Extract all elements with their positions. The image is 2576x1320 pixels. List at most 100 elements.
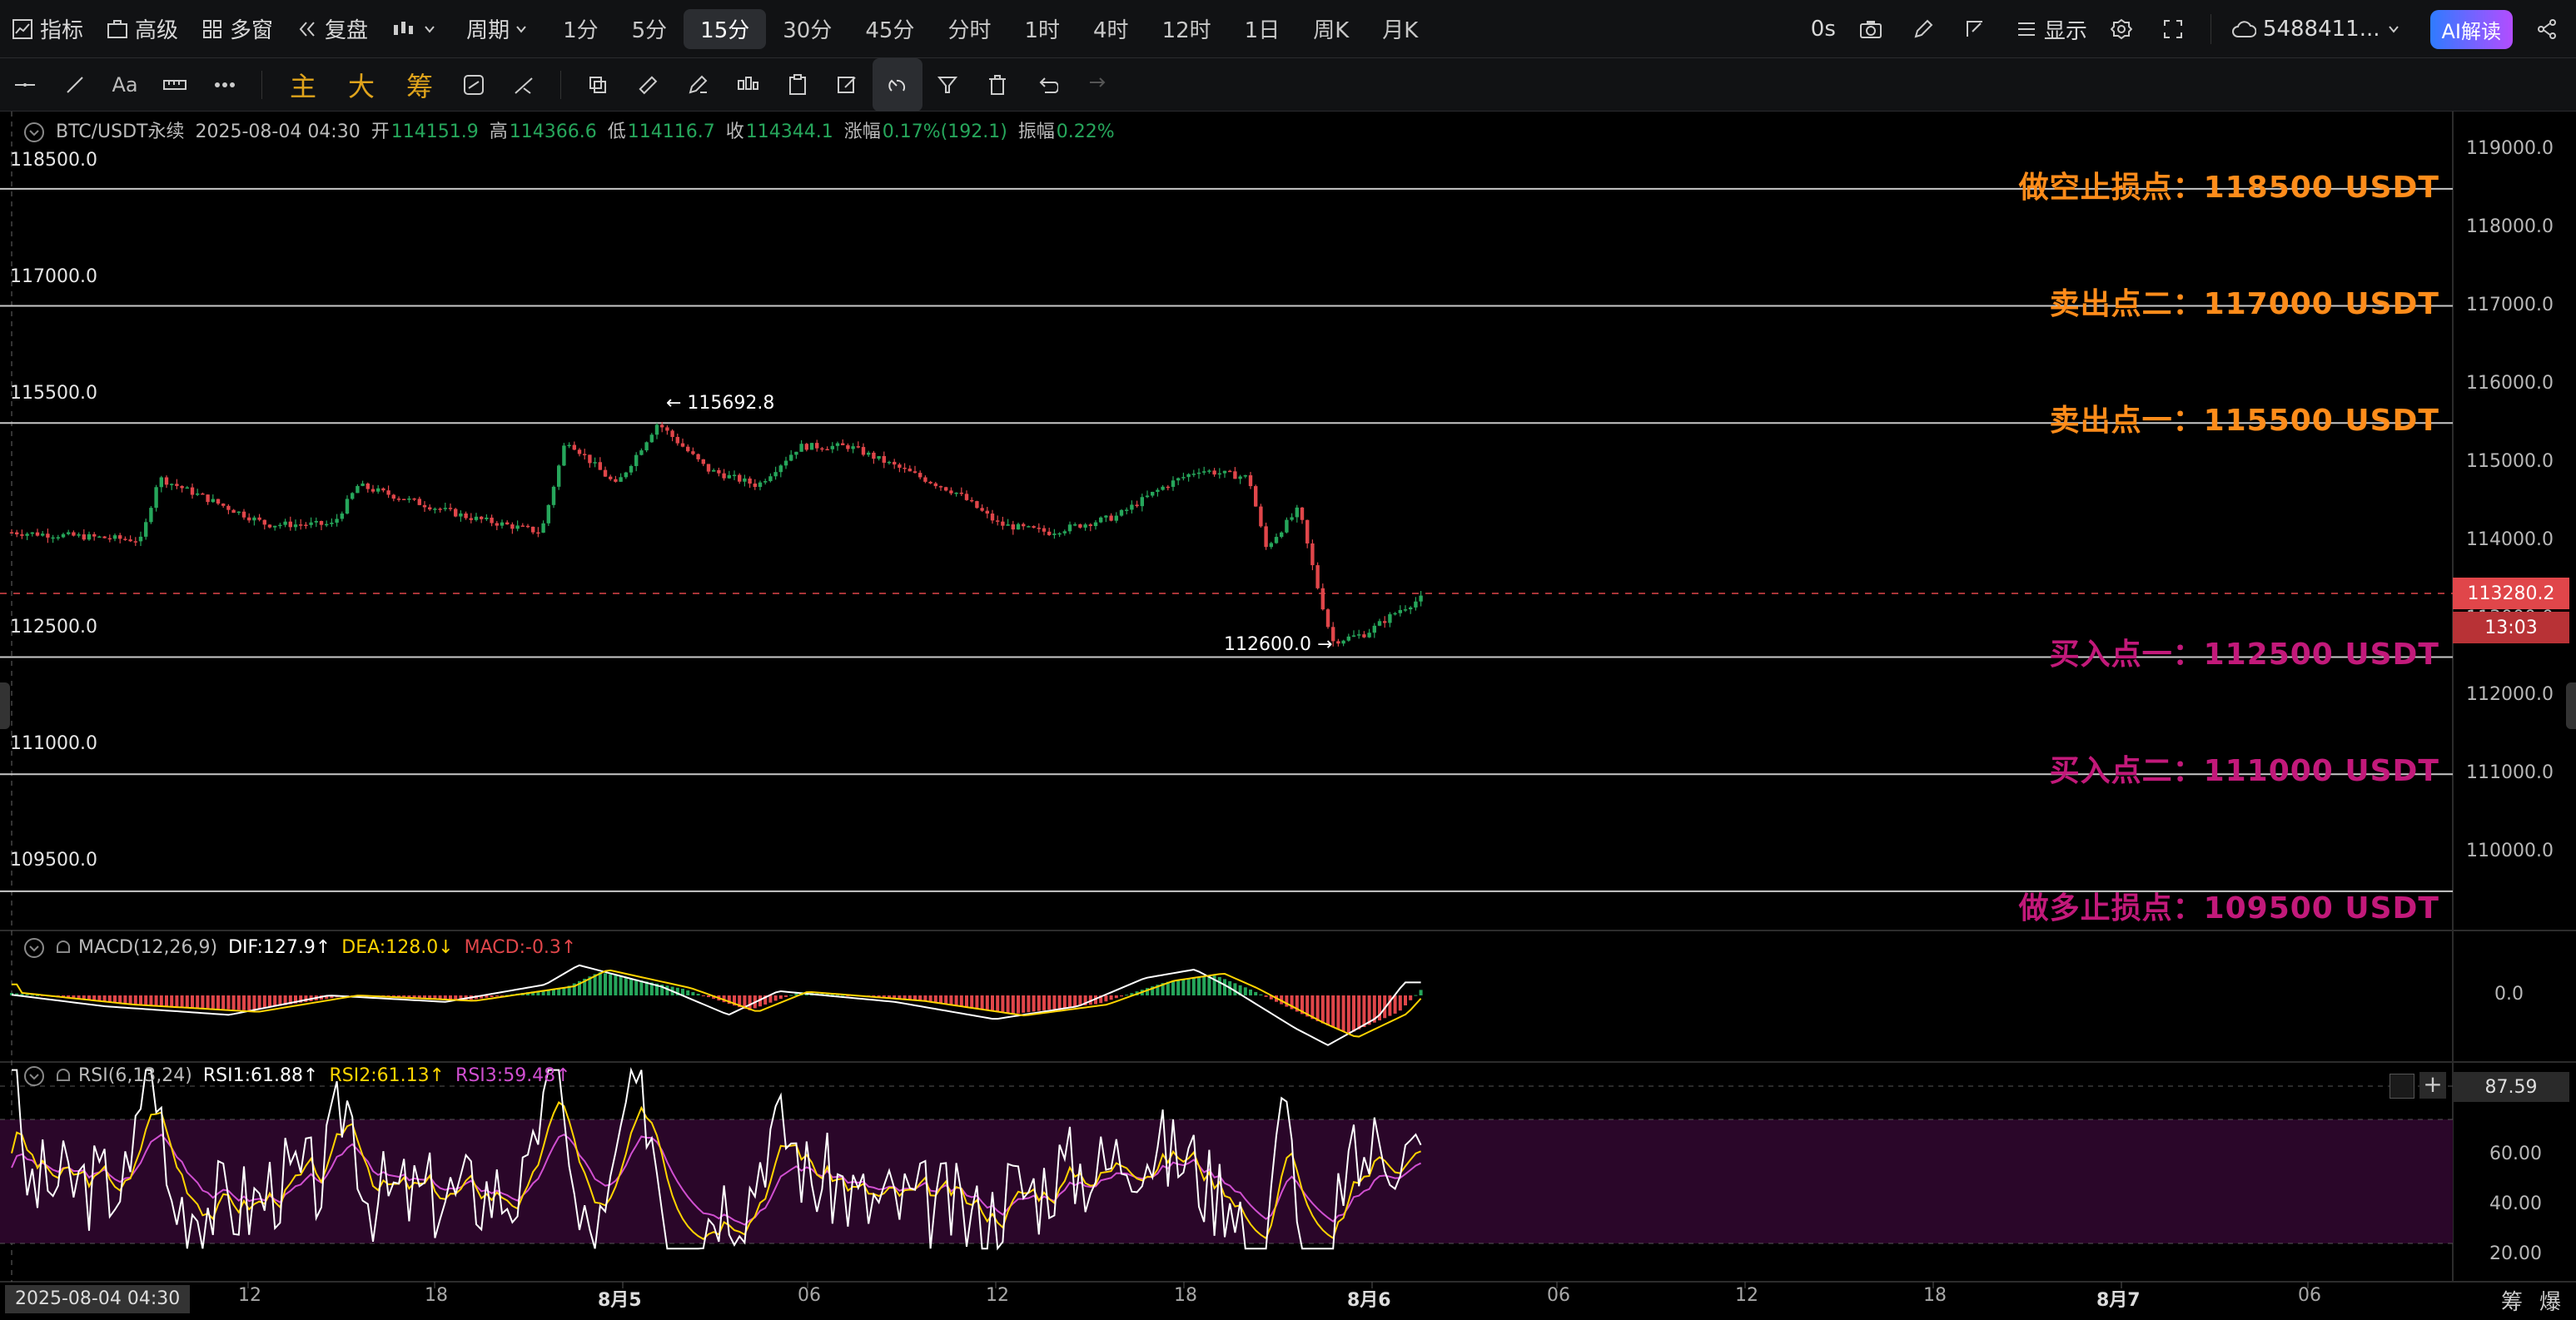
macd-bar [1346,995,1350,1034]
rsi-legend: RSI(6,13,24) RSI1:61.88↑ RSI2:61.13↑ RSI… [23,1065,576,1087]
display-button[interactable]: 显示 [2004,0,2099,58]
macd-bar [629,978,633,995]
ai-interpret-button[interactable]: AI解读 [2429,9,2513,49]
replay-button[interactable]: 复盘 [285,0,380,58]
collapse-icon[interactable] [23,937,45,959]
measure-tool[interactable] [150,58,200,112]
swap-tool[interactable] [449,58,499,112]
more-icon [215,82,235,87]
indicator-label: 指标 [40,18,84,43]
collapse-icon[interactable] [23,1065,45,1087]
period-week[interactable]: 周K [1296,0,1365,58]
expand-button[interactable] [1952,0,2004,58]
macd-bar [304,995,308,1002]
rsi-axis-40: 40.00 [2489,1193,2542,1214]
filter-tool[interactable] [922,58,972,112]
clear-drawing-tool[interactable] [499,58,549,112]
period-1d[interactable]: 1日 [1228,0,1297,58]
top-toolbar: 指标 高级 多窗 复盘 周期 1分 5分 15分 30分 45分 分时 1时 4… [0,0,2576,58]
settings-button[interactable] [2099,0,2151,58]
edit-tool[interactable] [823,58,873,112]
account-dropdown[interactable]: 5488411... [2220,0,2419,58]
period-dropdown[interactable]: 周期 [455,0,546,58]
period-1h[interactable]: 1时 [1007,0,1077,58]
period-1m[interactable]: 1分 [546,0,615,58]
macd-bar [1171,980,1175,995]
high-annotation: ← 115692.8 [666,393,775,414]
account-label: 5488411... [2262,17,2380,42]
text-tool[interactable]: Aa [100,58,150,112]
macd-bar [191,995,194,1008]
panel-add-button[interactable]: + [2419,1072,2446,1099]
candle [402,499,406,500]
panel-collapse-button[interactable] [2390,1074,2414,1099]
low-label: 低 [607,122,626,142]
horizontal-line-icon [15,82,35,87]
fullscreen-button[interactable] [2151,0,2202,58]
chart-type-button[interactable] [380,0,455,58]
chevron-down-icon [2388,26,2399,33]
macd-bar [211,995,215,1009]
period-month[interactable]: 月K [1365,0,1435,58]
redo-button[interactable] [1072,58,1122,112]
bell-icon[interactable] [54,939,72,957]
advanced-button[interactable]: 高级 [95,0,190,58]
big-order-toggle[interactable]: 大 [332,58,390,112]
period-4h[interactable]: 4时 [1077,0,1146,58]
macd-bar [1001,995,1005,1012]
main-indicator-toggle[interactable]: 主 [274,58,332,112]
candle [562,443,566,467]
trend-line-tool[interactable] [50,58,100,112]
indicator-button[interactable]: 指标 [0,0,95,58]
macd-bar [634,979,639,995]
macd-bar [1331,995,1335,1028]
right-panel-handle[interactable] [2566,682,2576,729]
period-30m[interactable]: 30分 [766,0,848,58]
bell-icon[interactable] [54,1067,72,1085]
period-5m[interactable]: 5分 [615,0,684,58]
multi-window-button[interactable]: 多窗 [190,0,285,58]
chip-footer-button[interactable]: 筹 [2501,1285,2523,1316]
macd-bar [996,995,1000,1012]
macd-bar [1409,995,1413,1000]
delete-tool[interactable] [972,58,1022,112]
timer-label: 0s [1810,17,1836,42]
period-12h[interactable]: 12时 [1146,0,1228,58]
period-timeshare[interactable]: 分时 [931,0,1007,58]
macd-bar [696,994,700,995]
brush-tool[interactable] [673,58,723,112]
undo-icon [1039,77,1058,93]
undo-button[interactable] [1022,58,1072,112]
draw-button[interactable] [1901,0,1952,58]
display-label: 显示 [2043,18,2087,44]
candle-pattern-tool[interactable] [723,58,773,112]
period-15m[interactable]: 15分 [684,8,767,49]
macd-bar [175,995,179,1007]
chip-toggle[interactable]: 筹 [390,58,449,112]
macd-bar [1326,995,1330,1025]
level-label-6: 109500.0 [10,850,97,871]
collapse-icon[interactable] [23,122,45,143]
toolbar-right: 0s 显示 5488411... AI解读 [1799,0,2576,58]
horizontal-line-tool[interactable] [0,58,50,112]
left-panel-handle[interactable] [0,682,10,729]
price-axis-10: 110000.0 [2466,841,2554,861]
clipboard-tool[interactable] [773,58,823,112]
macd-bar [691,992,695,995]
macd-bar [609,974,613,995]
share-button[interactable] [2524,0,2576,58]
macd-bar [1057,995,1062,1009]
more-tools[interactable] [200,58,250,112]
macd-name: MACD(12,26,9) [78,937,218,958]
macd-bar [1109,995,1113,1000]
period-45m[interactable]: 45分 [848,0,931,58]
screenshot-button[interactable] [1847,0,1901,58]
high-value: 114366.6 [509,122,597,142]
copy-tool[interactable] [573,58,623,112]
macd-axis-zero: 0.0 [2494,984,2524,1005]
macd-bar [221,995,226,1010]
magnet-tool[interactable] [873,57,922,112]
ruler-tool[interactable] [623,58,673,112]
gear-icon [2110,18,2132,40]
burst-footer-button[interactable]: 爆 [2539,1285,2561,1316]
